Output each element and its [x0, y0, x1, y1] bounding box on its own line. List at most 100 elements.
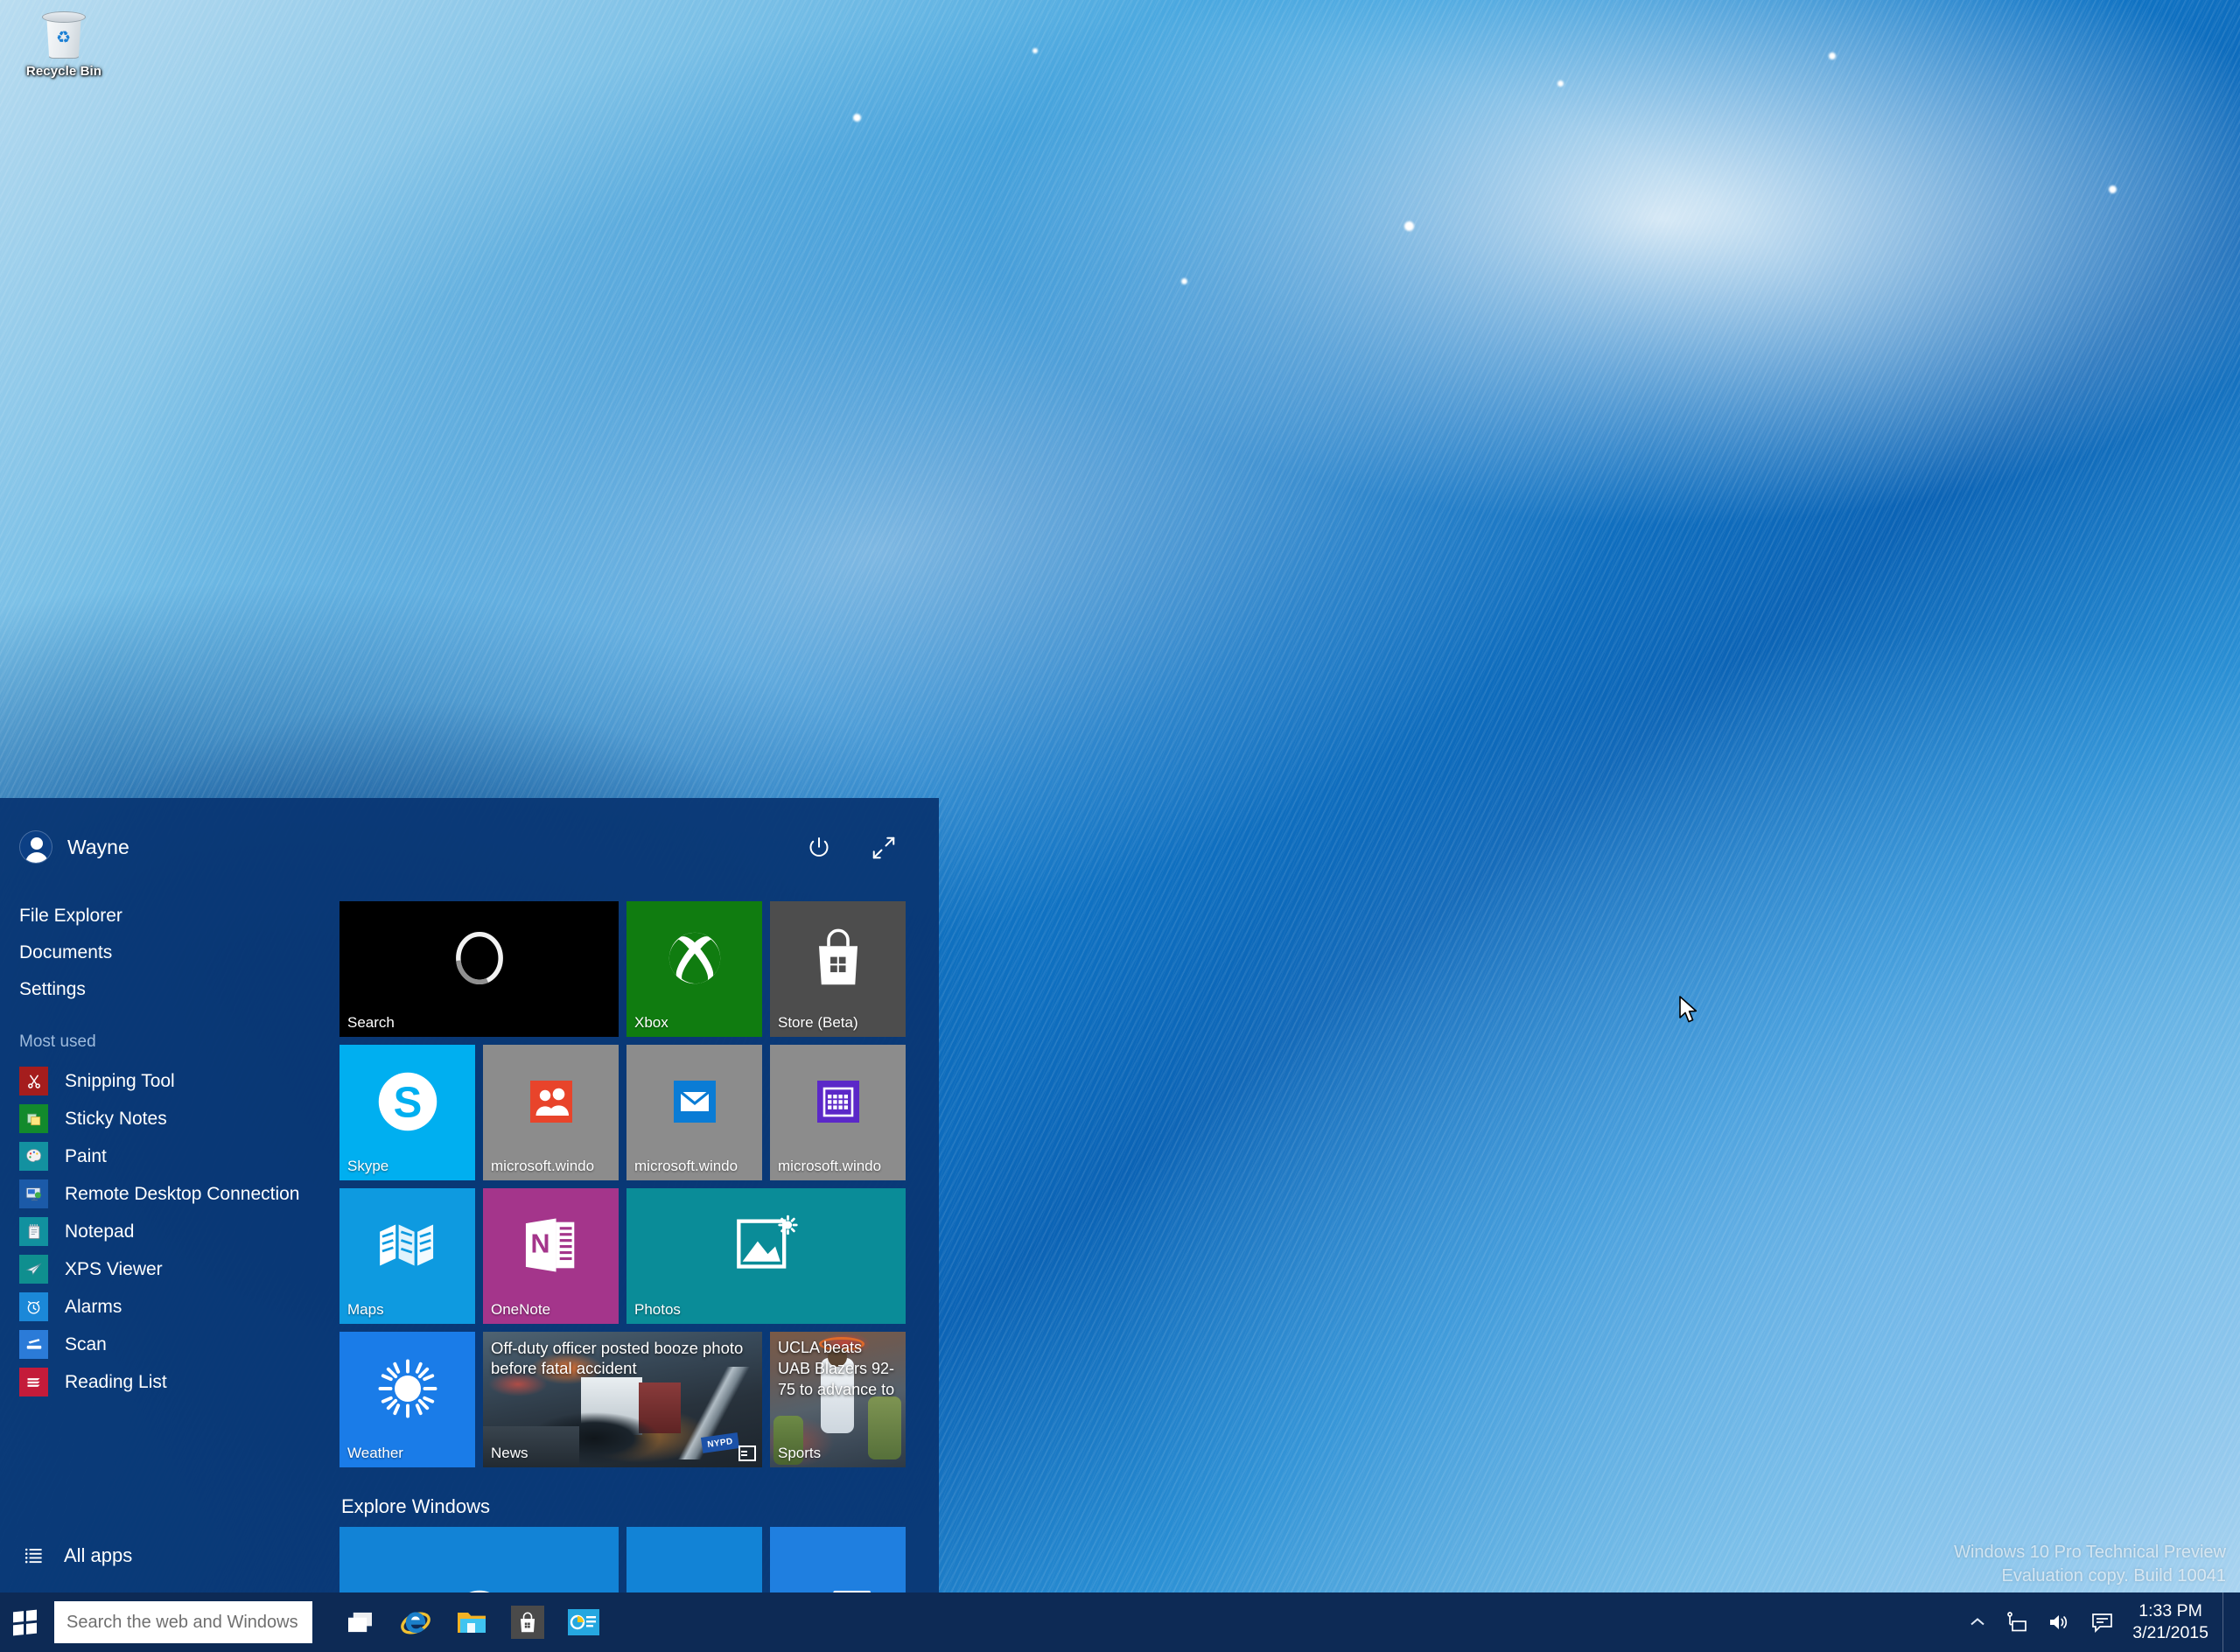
tile-store-beta[interactable]: Store (Beta)	[770, 901, 906, 1037]
avatar	[19, 830, 52, 864]
all-apps-button[interactable]: All apps	[0, 1530, 340, 1580]
network-icon[interactable]	[1995, 1592, 2038, 1652]
expand-button[interactable]	[869, 833, 899, 863]
tile-label: News	[491, 1445, 528, 1461]
tile-group-explore-windows: Explore Windows	[340, 1485, 939, 1592]
tile-label: microsoft.windo	[491, 1158, 595, 1174]
start-button[interactable]	[0, 1592, 49, 1652]
tile-label: Photos	[634, 1301, 681, 1318]
taskbar[interactable]: Search the web and Windows 1:33 PM 3/21/…	[0, 1592, 2240, 1652]
file-explorer-icon[interactable]	[444, 1592, 500, 1652]
most-used-item-reading-list[interactable]: Reading List	[0, 1363, 340, 1401]
recycle-bin-icon: ♻	[37, 9, 91, 63]
news-live-badge-icon	[738, 1446, 756, 1461]
tile-calendar[interactable]: microsoft.windo	[770, 1045, 906, 1180]
tile-people[interactable]: microsoft.windo	[483, 1045, 619, 1180]
tile-grid: Search Xbox Store (Beta) S Skype microso…	[340, 901, 939, 1467]
contact-support-icon	[770, 1527, 906, 1592]
volume-icon[interactable]	[2038, 1592, 2081, 1652]
most-used-label: Reading List	[65, 1371, 167, 1392]
show-hidden-icons-chevron-icon[interactable]	[1960, 1592, 1995, 1652]
wallpaper-sparkle	[2109, 186, 2117, 193]
desktop-icon-recycle-bin[interactable]: ♻ Recycle Bin	[10, 9, 117, 79]
clock[interactable]: 1:33 PM 3/21/2015	[2124, 1600, 2222, 1644]
sidebar-item-documents[interactable]: Documents	[0, 934, 340, 971]
tile-onenote[interactable]: N OneNote	[483, 1188, 619, 1324]
all-apps-list-icon	[19, 1541, 48, 1570]
project-icon[interactable]	[556, 1592, 612, 1652]
action-center-icon[interactable]	[2081, 1592, 2124, 1652]
get-started-bars-icon	[626, 1527, 762, 1592]
tile-label: Sports	[778, 1445, 822, 1461]
wallpaper-sparkle	[1404, 221, 1414, 231]
tile-get-started[interactable]	[626, 1527, 762, 1592]
most-used-label: Scan	[65, 1334, 107, 1354]
tile-label: microsoft.windo	[778, 1158, 882, 1174]
most-used-label: Sticky Notes	[65, 1108, 167, 1129]
most-used-item-alarms[interactable]: Alarms	[0, 1288, 340, 1326]
tile-sports[interactable]: UCLA beats UAB Blazers 92-75 to advance …	[770, 1332, 906, 1467]
tile-label: Store (Beta)	[778, 1014, 858, 1031]
most-used-label: Alarms	[65, 1296, 122, 1317]
alarms-icon	[19, 1292, 48, 1322]
tile-group-title: Explore Windows	[341, 1495, 490, 1517]
tile-mail[interactable]: microsoft.windo	[626, 1045, 762, 1180]
tile-maps[interactable]: Maps	[340, 1188, 475, 1324]
start-menu-header: Wayne	[0, 798, 939, 896]
most-used-item-xps-viewer[interactable]: XPS Viewer	[0, 1250, 340, 1288]
internet-explorer-icon[interactable]	[388, 1592, 444, 1652]
tile-skype[interactable]: S Skype	[340, 1045, 475, 1180]
desktop[interactable]: ♻ Recycle Bin Windows 10 Pro Technical P…	[0, 0, 2240, 1652]
tile-news[interactable]: NYPD Off-duty officer posted booze photo…	[483, 1332, 762, 1467]
show-desktop-button[interactable]	[2222, 1592, 2231, 1652]
search-placeholder: Search the web and Windows	[66, 1612, 298, 1632]
most-used-label: Paint	[65, 1145, 107, 1166]
start-menu[interactable]: Wayne File Explorer Documents Settings M…	[0, 798, 939, 1592]
sidebar-item-file-explorer[interactable]: File Explorer	[0, 898, 340, 934]
tile-search[interactable]: Search	[340, 901, 619, 1037]
most-used-label: Notepad	[65, 1221, 135, 1242]
svg-text:N: N	[530, 1228, 550, 1258]
tile-label: Weather	[347, 1445, 403, 1461]
most-used-item-paint[interactable]: Paint	[0, 1138, 340, 1175]
tile-weather[interactable]: Weather	[340, 1332, 475, 1467]
user-name: Wayne	[67, 835, 130, 858]
wallpaper-sparkle	[1558, 80, 1564, 87]
start-menu-body: File Explorer Documents Settings Most us…	[0, 896, 939, 1592]
remote-desktop-icon	[19, 1180, 48, 1209]
most-used-heading: Most used	[19, 1032, 96, 1052]
tile-label: Search	[347, 1014, 395, 1031]
clock-date: 3/21/2015	[2132, 1623, 2208, 1642]
desktop-icon-label: Recycle Bin	[25, 64, 102, 79]
most-used-item-notepad[interactable]: Notepad	[0, 1213, 340, 1250]
windows-logo-icon	[12, 1609, 37, 1635]
user-account-button[interactable]: Wayne	[19, 830, 130, 864]
tile-help[interactable]	[340, 1527, 619, 1592]
wallpaper-sparkle	[1181, 278, 1187, 284]
most-used-label: Snipping Tool	[65, 1070, 175, 1091]
watermark-line-1: Windows 10 Pro Technical Preview	[1954, 1542, 2226, 1562]
search-input[interactable]: Search the web and Windows	[54, 1601, 312, 1643]
system-tray: 1:33 PM 3/21/2015	[1960, 1592, 2240, 1652]
most-used-label: XPS Viewer	[65, 1258, 163, 1279]
most-used-item-sticky-notes[interactable]: Sticky Notes	[0, 1100, 340, 1138]
tile-contact-support[interactable]	[770, 1527, 906, 1592]
tile-label: OneNote	[491, 1301, 551, 1318]
snipping-tool-icon	[19, 1067, 48, 1096]
task-view-icon[interactable]	[332, 1592, 388, 1652]
power-button[interactable]	[804, 833, 834, 863]
tile-photos[interactable]: Photos	[626, 1188, 906, 1324]
tile-xbox[interactable]: Xbox	[626, 901, 762, 1037]
most-used-item-scan[interactable]: Scan	[0, 1326, 340, 1363]
tile-group-primary: Search Xbox Store (Beta) S Skype microso…	[340, 901, 939, 1467]
wallpaper-sparkle	[1032, 48, 1038, 53]
start-menu-left-scroll[interactable]: File Explorer Documents Settings Most us…	[0, 896, 340, 1522]
sidebar-item-settings[interactable]: Settings	[0, 971, 340, 1008]
most-used-item-remote-desktop-connection[interactable]: Remote Desktop Connection	[0, 1175, 340, 1213]
most-used-item-snipping-tool[interactable]: Snipping Tool	[0, 1062, 340, 1100]
tile-label: Maps	[347, 1301, 384, 1318]
evaluation-watermark: Windows 10 Pro Technical Preview Evaluat…	[1954, 1541, 2226, 1589]
start-menu-left-column: File Explorer Documents Settings Most us…	[0, 896, 340, 1592]
store-icon[interactable]	[500, 1592, 556, 1652]
clock-time: 1:33 PM	[2138, 1601, 2202, 1621]
